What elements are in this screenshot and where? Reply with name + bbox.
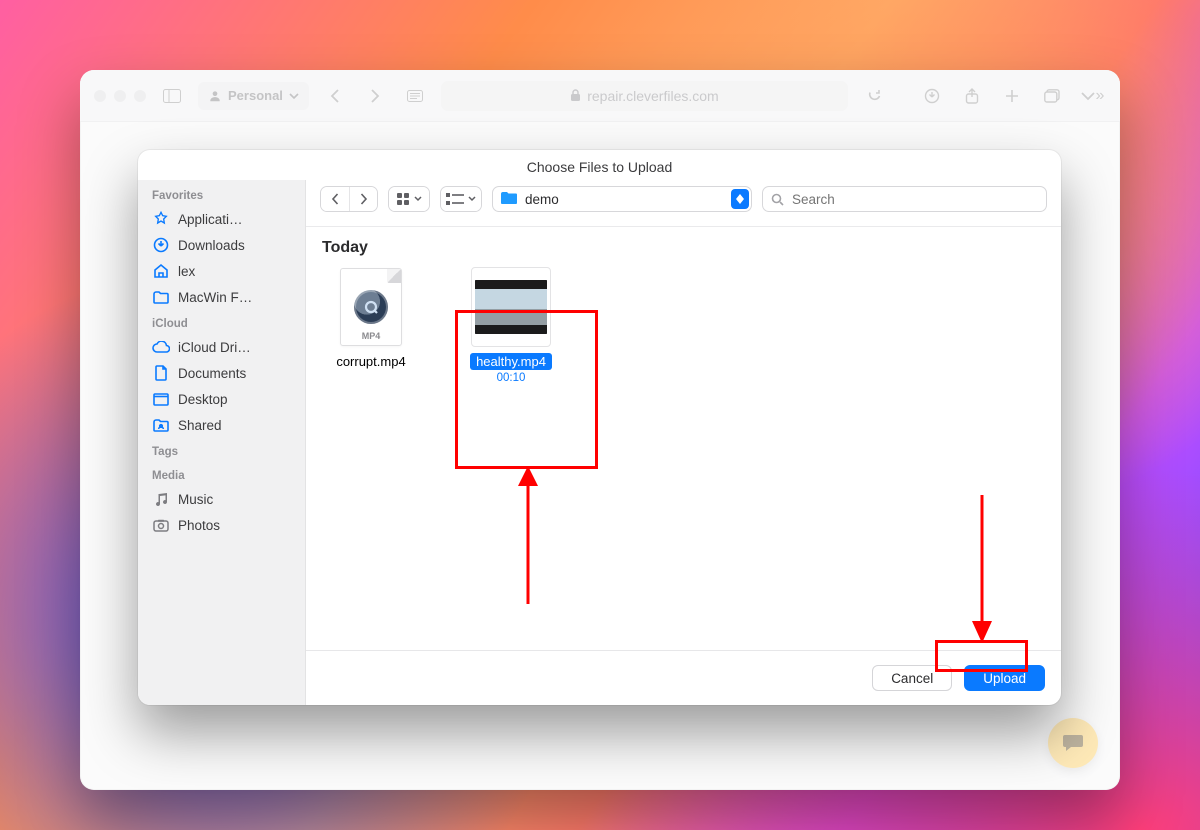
tabs-overview-icon[interactable] (1038, 82, 1066, 110)
folder-icon (501, 192, 517, 207)
sidebar-item-macwin[interactable]: MacWin F… (138, 284, 305, 310)
shared-folder-icon (152, 416, 170, 434)
sidebar-item-label: MacWin F… (178, 290, 252, 305)
sidebar-item-label: Downloads (178, 238, 245, 253)
photos-icon (152, 516, 170, 534)
dialog-title: Choose Files to Upload (138, 150, 1061, 180)
sidebar-item-label: Photos (178, 518, 220, 533)
history-nav (320, 186, 378, 212)
home-icon (152, 262, 170, 280)
sidebar-item-label: iCloud Dri… (178, 340, 251, 355)
folder-icon (152, 288, 170, 306)
sidebar-item-shared[interactable]: Shared (138, 412, 305, 438)
sidebar-header-icloud: iCloud (138, 310, 305, 334)
current-folder-select[interactable]: demo (492, 186, 752, 212)
current-folder-label: demo (525, 192, 559, 207)
safari-toolbar: Personal repair.cleverfiles.com » (80, 70, 1120, 122)
icon-view-button[interactable] (389, 187, 429, 211)
site-settings-icon[interactable] (401, 82, 429, 110)
overflow-icon[interactable]: » (1078, 82, 1106, 110)
url-host: repair.cleverfiles.com (587, 88, 719, 104)
history-back-button[interactable] (321, 187, 349, 211)
sidebar-item-home[interactable]: lex (138, 258, 305, 284)
desktop-wallpaper: Personal repair.cleverfiles.com » Choose (0, 0, 1200, 830)
file-thumbnail: MP4 (331, 267, 411, 347)
reload-button[interactable] (860, 82, 888, 110)
profile-label: Personal (228, 88, 283, 103)
upload-button[interactable]: Upload (964, 665, 1045, 691)
sidebar-item-applications[interactable]: Applicati… (138, 206, 305, 232)
dialog-footer: Cancel Upload (306, 650, 1061, 705)
sidebar-item-downloads[interactable]: Downloads (138, 232, 305, 258)
desktop-icon (152, 390, 170, 408)
url-bar[interactable]: repair.cleverfiles.com (441, 81, 848, 111)
new-tab-icon[interactable] (998, 82, 1026, 110)
applications-icon (152, 210, 170, 228)
lock-icon (570, 89, 581, 102)
section-today: Today (306, 226, 1061, 263)
search-input[interactable] (790, 191, 1038, 208)
sidebar-toggle-icon[interactable] (158, 82, 186, 110)
document-icon (152, 364, 170, 382)
sidebar-item-label: Applicati… (178, 212, 243, 227)
file-item-healthy[interactable]: healthy.mp4 00:10 (446, 267, 576, 384)
history-forward-button[interactable] (349, 187, 377, 211)
sidebar-header-favorites: Favorites (138, 182, 305, 206)
downloads-icon[interactable] (918, 82, 946, 110)
sidebar-item-label: Desktop (178, 392, 228, 407)
sidebar-item-icloud-drive[interactable]: iCloud Dri… (138, 334, 305, 360)
chevron-down-icon (468, 195, 476, 203)
sidebar-item-label: lex (178, 264, 195, 279)
share-icon[interactable] (958, 82, 986, 110)
chat-launcher-icon[interactable] (1048, 718, 1098, 768)
nav-back-button[interactable] (321, 82, 349, 110)
sidebar-item-photos[interactable]: Photos (138, 512, 305, 538)
file-chooser-toolbar: demo (306, 180, 1061, 226)
person-icon (208, 89, 222, 103)
sidebar-item-label: Shared (178, 418, 222, 433)
file-ext-badge: MP4 (362, 331, 381, 341)
file-chooser-sidebar: Favorites Applicati… Downloads lex MacWi… (138, 180, 306, 705)
group-by-button[interactable] (441, 187, 481, 211)
updown-stepper-icon (731, 189, 749, 209)
sidebar-item-music[interactable]: Music (138, 486, 305, 512)
chevron-down-icon (289, 91, 299, 101)
sidebar-header-media: Media (138, 462, 305, 486)
sidebar-item-documents[interactable]: Documents (138, 360, 305, 386)
quicktime-icon (354, 290, 388, 324)
music-icon (152, 490, 170, 508)
file-duration: 00:10 (446, 372, 576, 384)
group-by-selector[interactable] (440, 186, 482, 212)
view-mode-selector[interactable] (388, 186, 430, 212)
cloud-icon (152, 338, 170, 356)
cancel-button[interactable]: Cancel (872, 665, 952, 691)
file-name: healthy.mp4 (470, 353, 552, 370)
search-icon (771, 193, 784, 206)
sidebar-item-label: Music (178, 492, 213, 507)
sidebar-header-tags: Tags (138, 438, 305, 462)
window-traffic-lights[interactable] (94, 90, 146, 102)
downloads-folder-icon (152, 236, 170, 254)
file-item-corrupt[interactable]: MP4 corrupt.mp4 (306, 267, 436, 370)
sidebar-item-label: Documents (178, 366, 246, 381)
chevron-down-icon (414, 195, 422, 203)
file-chooser-dialog: Choose Files to Upload Favorites Applica… (138, 150, 1061, 705)
search-field[interactable] (762, 186, 1047, 212)
file-chooser-main: demo Today (306, 180, 1061, 705)
file-thumbnail (471, 267, 551, 347)
profile-pill[interactable]: Personal (198, 82, 309, 110)
sidebar-item-desktop[interactable]: Desktop (138, 386, 305, 412)
file-name: corrupt.mp4 (330, 353, 411, 370)
file-grid[interactable]: MP4 corrupt.mp4 (306, 263, 1061, 650)
nav-forward-button[interactable] (361, 82, 389, 110)
